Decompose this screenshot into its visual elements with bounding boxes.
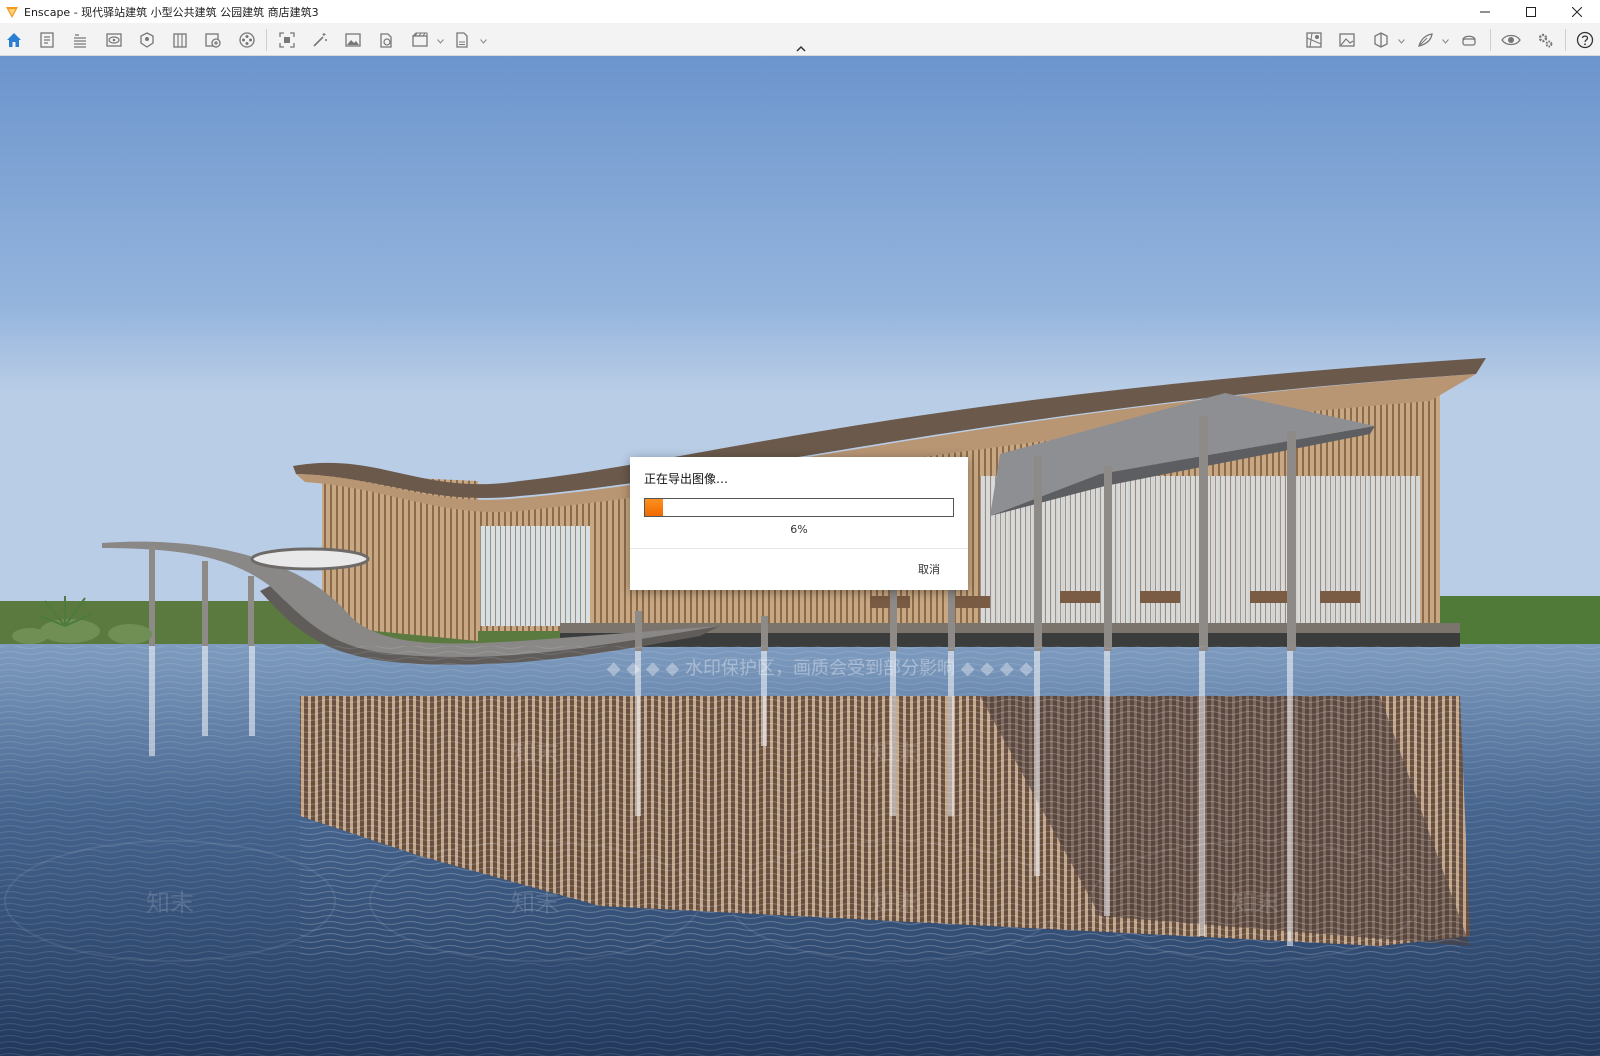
building-button[interactable]: [168, 28, 192, 52]
views-icon: [140, 32, 154, 48]
enscape-logo-icon: [6, 6, 18, 18]
close-icon: [1572, 6, 1582, 17]
visibility-button[interactable]: [1499, 28, 1523, 52]
magic-wand-button[interactable]: [308, 28, 332, 52]
eye-view-button[interactable]: [102, 28, 126, 52]
map-icon: [1306, 32, 1322, 48]
help-button[interactable]: [1573, 28, 1597, 52]
export-progress-bar: [644, 498, 954, 517]
watermark-tile: 知末: [871, 889, 919, 917]
minimize-icon: [1480, 11, 1490, 12]
export-button[interactable]: [450, 28, 474, 52]
settings-icon: [1538, 33, 1553, 48]
home-button[interactable]: [2, 28, 26, 52]
dialog-title: 正在导出图像…: [644, 472, 729, 486]
collapse-toolbar-icon[interactable]: [794, 44, 808, 54]
title-bar: Enscape - 现代驿站建筑 小型公共建筑 公园建筑 商店建筑3: [0, 0, 1600, 23]
image-gallery-button[interactable]: [1335, 28, 1359, 52]
panorama-button[interactable]: [374, 28, 398, 52]
asset-library-icon: [205, 33, 221, 48]
minimize-button[interactable]: [1462, 0, 1508, 23]
watermark-tile: 知末: [871, 739, 919, 767]
watermark-tile: 知末: [511, 739, 559, 767]
export-dropdown[interactable]: [479, 37, 487, 45]
watermark-tile: 知末: [1231, 889, 1279, 917]
maximize-icon: [1526, 6, 1536, 17]
material-dropdown[interactable]: [1441, 37, 1449, 45]
chevron-down-icon: [436, 38, 444, 44]
section-icon: [1374, 32, 1388, 48]
batch-render-button[interactable]: [408, 28, 432, 52]
window-controls: [1462, 0, 1600, 23]
material-button[interactable]: [1413, 28, 1437, 52]
watermark-tile: 知末: [146, 889, 194, 917]
material-icon: [1418, 33, 1433, 47]
asset-library-button[interactable]: [201, 28, 225, 52]
bim-button[interactable]: [68, 28, 92, 52]
magic-wand-icon: [313, 33, 327, 47]
map-button[interactable]: [1302, 28, 1326, 52]
batch-render-dropdown[interactable]: [436, 37, 444, 45]
eye-view-icon: [106, 33, 122, 47]
vr-headset-button[interactable]: [1457, 28, 1481, 52]
window-title: Enscape - 现代驿站建筑 小型公共建筑 公园建筑 商店建筑3: [24, 5, 319, 19]
building-icon: [173, 33, 187, 48]
home-icon: [7, 33, 21, 47]
section-button[interactable]: [1369, 28, 1393, 52]
export-progress-fill: [645, 499, 664, 516]
close-button[interactable]: [1554, 0, 1600, 23]
settings-button[interactable]: [1533, 28, 1557, 52]
document-icon: [40, 32, 54, 48]
watermark-tile: 知末: [511, 889, 559, 917]
progress-percent: 6%: [790, 523, 808, 536]
dialog-divider: [630, 548, 968, 549]
chevron-down-icon: [1397, 38, 1405, 44]
image-gallery-icon: [1339, 33, 1355, 47]
render-viewport[interactable]: ◆ ◆ ◆ ◆ 水印保护区，画质会受到部分影响 ◆ ◆ ◆ ◆ 知末 知末 知末…: [0, 56, 1600, 1056]
screenshot-icon: [279, 32, 295, 48]
chevron-down-icon: [1441, 38, 1449, 44]
bim-icon: [74, 34, 86, 48]
visibility-icon: [1501, 34, 1521, 46]
chevron-down-icon: [479, 38, 487, 44]
watermark-banner: ◆ ◆ ◆ ◆ 水印保护区，画质会受到部分影响 ◆ ◆ ◆ ◆: [607, 658, 1034, 679]
vr-headset-icon: [1462, 35, 1476, 46]
cancel-button[interactable]: 取消: [918, 561, 940, 577]
batch-render-icon: [412, 32, 428, 47]
export-icon: [456, 32, 468, 48]
video-button[interactable]: [235, 28, 259, 52]
document-button[interactable]: [35, 28, 59, 52]
views-button[interactable]: [135, 28, 159, 52]
screenshot-button[interactable]: [275, 28, 299, 52]
export-progress-dialog: 正在导出图像… 6% 取消: [630, 457, 968, 590]
video-icon: [239, 32, 255, 48]
section-dropdown[interactable]: [1397, 37, 1405, 45]
panorama-icon: [380, 33, 392, 48]
image-button[interactable]: [341, 28, 365, 52]
maximize-button[interactable]: [1508, 0, 1554, 23]
image-icon: [345, 33, 361, 47]
help-icon: [1576, 31, 1594, 49]
